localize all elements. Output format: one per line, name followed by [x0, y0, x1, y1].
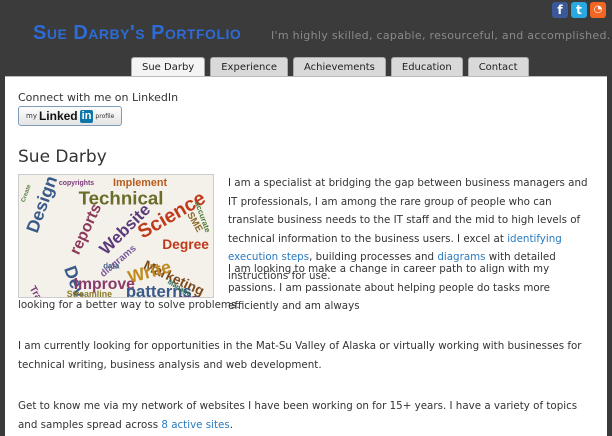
websites-text-end: . — [229, 418, 234, 431]
tab-experience[interactable]: Experience — [210, 57, 289, 76]
tab-education[interactable]: Education — [390, 57, 463, 76]
skills-word-cloud-image: copyrights Implement Create Technical Design… — [18, 174, 214, 298]
nav-tabs: Sue Darby Experience Achievements Educat… — [131, 57, 529, 76]
word-cloud-word: Design — [22, 175, 61, 235]
main-content: Connect with me on LinkedIn my Linked in… — [5, 76, 607, 436]
linkedin-profile-button[interactable]: my Linked in profile — [18, 106, 122, 126]
websites-paragraph: Get to know me via my network of website… — [18, 397, 598, 434]
rss-icon[interactable]: ◔ — [590, 2, 606, 18]
facebook-icon[interactable]: f — [552, 2, 568, 18]
twitter-icon[interactable]: t — [571, 2, 587, 18]
tab-achievements[interactable]: Achievements — [293, 57, 386, 76]
linkedin-connect-text: Connect with me on LinkedIn — [18, 91, 179, 104]
opportunities-paragraph: I am currently looking for opportunities… — [18, 340, 582, 371]
linkedin-logo-text: Linked — [38, 109, 78, 123]
word-cloud-word: copyrights — [59, 180, 94, 187]
social-links: f t ◔ — [552, 2, 606, 18]
site-tagline: I'm highly skilled, capable, resourceful… — [271, 29, 611, 42]
site-title[interactable]: Sue Darby's Portfolio — [33, 22, 241, 45]
word-cloud-word: Degree — [162, 237, 209, 252]
active-sites-link[interactable]: 8 active sites — [161, 419, 229, 431]
linkedin-profile-label: profile — [95, 112, 115, 120]
linkedin-in-icon: in — [79, 109, 94, 123]
page-title: Sue Darby — [18, 147, 107, 167]
websites-text-start: Get to know me via my network of website… — [18, 400, 578, 431]
site-header: f t ◔ Sue Darby's Portfolio I'm highly s… — [0, 0, 612, 76]
word-cloud-word: Create — [21, 183, 33, 203]
tab-sue-darby[interactable]: Sue Darby — [131, 57, 206, 76]
career-change-paragraph-continued: looking for a better way to solve proble… — [18, 299, 240, 311]
linkedin-my-label: my — [26, 112, 37, 120]
tab-contact[interactable]: Contact — [467, 57, 529, 76]
word-cloud-word: data — [103, 261, 120, 270]
word-cloud-graphic: copyrights ImplementCreate TechnicalDesign… — [21, 175, 213, 297]
